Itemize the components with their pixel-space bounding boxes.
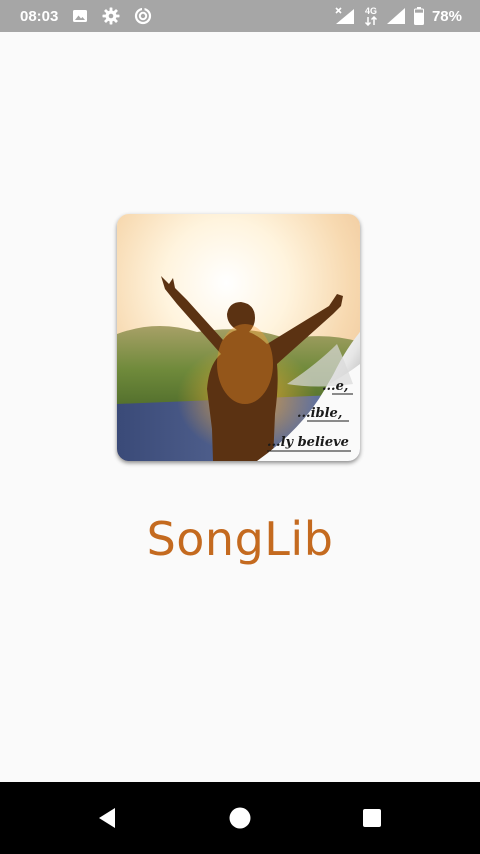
recents-button[interactable]: [342, 782, 402, 854]
back-icon: [99, 808, 115, 828]
navigation-bar: [0, 782, 480, 854]
logo-text-line-1: ...e,: [322, 379, 348, 394]
logo-text-line-2: ...ible,: [297, 406, 342, 421]
image-icon: [72, 8, 88, 24]
status-right: 4G 78%: [334, 0, 462, 32]
back-button[interactable]: [77, 782, 137, 854]
app-name: SongLib: [146, 512, 334, 566]
network-4g-icon: 4G: [364, 5, 378, 26]
status-bar: 08:03 4G 78%: [0, 0, 480, 32]
data-saver-icon: [134, 7, 152, 25]
battery-icon: [413, 7, 424, 25]
signal-no-data-icon: [334, 7, 356, 25]
app-logo: ...e, ...ible, ...ly believe: [117, 214, 360, 461]
recents-icon: [363, 809, 381, 827]
gear-icon: [102, 7, 120, 25]
signal-icon: [386, 7, 406, 25]
status-left: 08:03: [20, 0, 152, 32]
splash-screen: ...e, ...ible, ...ly believe SongLib: [0, 32, 480, 782]
status-time: 08:03: [20, 7, 59, 25]
battery-percent: 78%: [431, 7, 462, 25]
home-button[interactable]: [210, 782, 270, 854]
network-type-label: 4G: [364, 5, 377, 16]
logo-text-line-3: ...ly believe: [267, 435, 349, 450]
home-icon: [229, 807, 251, 829]
